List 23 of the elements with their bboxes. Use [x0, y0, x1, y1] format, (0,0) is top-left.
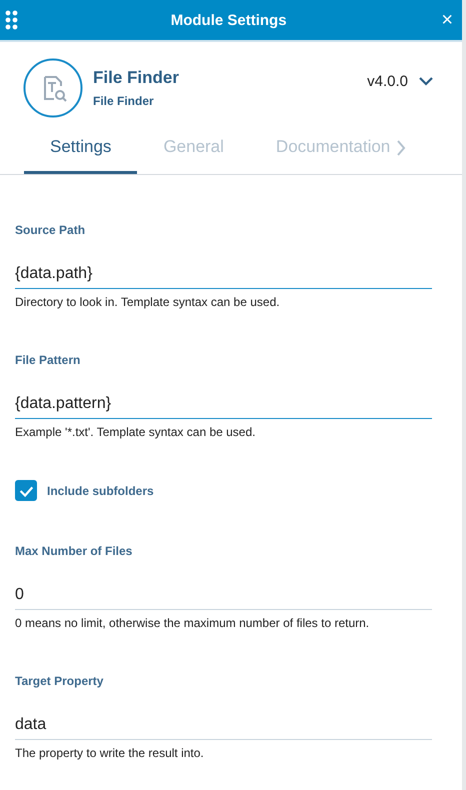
window-title: Module Settings — [170, 12, 288, 28]
field-label: Target Property — [15, 674, 104, 690]
chevron-down-icon — [418, 76, 434, 86]
tab[interactable]: Settings — [24, 122, 138, 174]
checkbox[interactable] — [15, 480, 37, 501]
help-text: The property to write the result into. — [15, 746, 205, 760]
field-label: Source Path — [15, 223, 86, 239]
help-text: Example '*.txt'. Template syntax can be used. — [15, 425, 256, 439]
checkbox-label: Include subfolders — [47, 484, 154, 498]
help-text: Directory to look in. Template syntax can be used. — [15, 295, 281, 309]
input-field[interactable]: {data.path} — [15, 265, 432, 289]
input-field[interactable]: {data.pattern} — [15, 395, 432, 419]
version-dropdown[interactable]: v4.0.0 — [367, 72, 434, 90]
file-search-icon — [23, 58, 83, 118]
input-field[interactable]: 0 — [15, 586, 432, 610]
close-button[interactable]: × — [439, 10, 455, 30]
field-label: Max Number of Files — [15, 544, 134, 560]
drag-handle-icon[interactable] — [5, 10, 18, 30]
module-subtitle: File Finder — [93, 94, 155, 108]
input-field[interactable]: data — [15, 716, 432, 740]
module-name: File Finder — [93, 68, 180, 88]
help-text: 0 means no limit, otherwise the maximum number of files to return. — [15, 616, 370, 630]
field-label: File Pattern — [15, 353, 82, 369]
